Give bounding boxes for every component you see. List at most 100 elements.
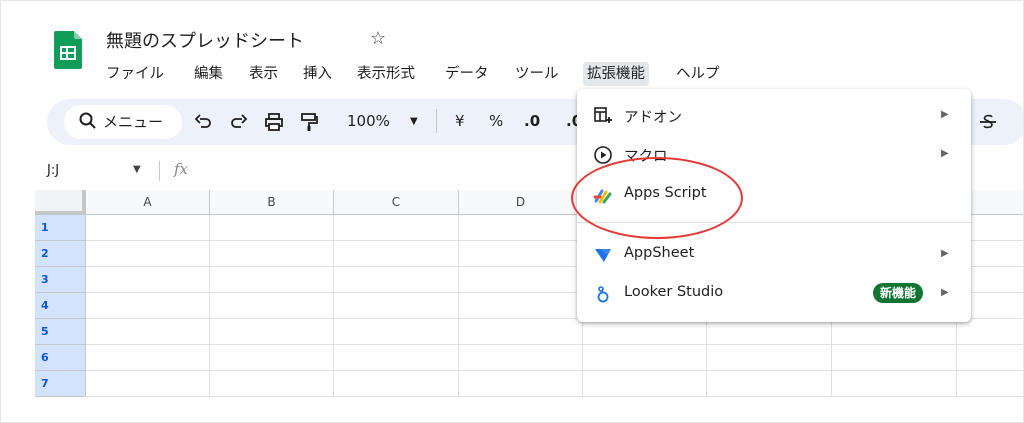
menu-item-looker-studio[interactable]: Looker Studio 新機能 ▶: [577, 276, 971, 312]
submenu-arrow-icon: ▶: [941, 287, 949, 298]
extensions-menu: アドオン ▶ マクロ ▶ Apps Script AppSheet ▶ Look…: [577, 89, 971, 322]
grid-cell[interactable]: [583, 319, 707, 345]
zoom-select[interactable]: 100%: [347, 112, 390, 130]
currency-format-button[interactable]: ¥: [455, 112, 465, 130]
appsheet-icon: [595, 249, 611, 262]
menu-insert[interactable]: 挿入: [303, 62, 332, 86]
menu-format[interactable]: 表示形式: [357, 62, 415, 86]
grid-cell[interactable]: [86, 267, 210, 293]
menu-item-macros[interactable]: マクロ ▶: [577, 137, 971, 173]
grid-cell[interactable]: [459, 319, 583, 345]
name-box-chevron-down-icon[interactable]: ▼: [133, 164, 141, 175]
paint-format-icon[interactable]: [299, 112, 319, 132]
grid-cell[interactable]: [86, 319, 210, 345]
grid-cell[interactable]: [210, 215, 334, 241]
grid-cell[interactable]: [459, 241, 583, 267]
row-header[interactable]: 2: [35, 241, 86, 267]
menu-search-label: メニュー: [103, 113, 164, 131]
menu-item-label: Apps Script: [624, 185, 707, 201]
grid-cell[interactable]: [210, 345, 334, 371]
menu-item-label: AppSheet: [624, 245, 695, 261]
menu-data[interactable]: データ: [445, 62, 489, 86]
row-header[interactable]: 5: [35, 319, 86, 345]
percent-format-button[interactable]: %: [489, 112, 503, 130]
grid-cell[interactable]: [832, 345, 957, 371]
column-header[interactable]: B: [210, 190, 334, 215]
grid-cell[interactable]: [707, 345, 832, 371]
new-feature-badge: 新機能: [873, 283, 924, 303]
row-header[interactable]: 1: [35, 215, 86, 241]
star-icon[interactable]: ☆: [370, 28, 386, 49]
grid-cell[interactable]: [459, 215, 583, 241]
grid-cell[interactable]: [334, 319, 459, 345]
row-header[interactable]: 7: [35, 371, 86, 397]
grid-cell[interactable]: [957, 371, 1024, 397]
grid-cell[interactable]: [583, 345, 707, 371]
macro-icon: [594, 146, 612, 164]
grid-cell[interactable]: [334, 241, 459, 267]
submenu-arrow-icon: ▶: [941, 109, 949, 120]
submenu-arrow-icon: ▶: [941, 248, 949, 259]
spreadsheet-app: 無題のスプレッドシート ☆ ファイル 編集 表示 挿入 表示形式 データ ツール…: [0, 0, 1024, 423]
grid-cell[interactable]: [707, 319, 832, 345]
select-all-corner[interactable]: [35, 190, 86, 215]
grid-cell[interactable]: [86, 241, 210, 267]
grid-cell[interactable]: [210, 267, 334, 293]
grid-cell[interactable]: [334, 371, 459, 397]
grid-cell[interactable]: [957, 345, 1024, 371]
menu-divider: [577, 222, 971, 223]
row-header[interactable]: 4: [35, 293, 86, 319]
menu-file[interactable]: ファイル: [106, 62, 164, 86]
column-header[interactable]: C: [334, 190, 459, 215]
grid-cell[interactable]: [334, 345, 459, 371]
menu-tools[interactable]: ツール: [515, 62, 559, 86]
menu-item-label: マクロ: [624, 149, 668, 165]
menu-edit[interactable]: 編集: [194, 62, 223, 86]
grid-cell[interactable]: [957, 319, 1024, 345]
grid-cell[interactable]: [86, 371, 210, 397]
menu-item-apps-script[interactable]: Apps Script: [577, 177, 971, 213]
grid-cell[interactable]: [459, 371, 583, 397]
grid-cell[interactable]: [832, 319, 957, 345]
name-box[interactable]: J:J: [47, 163, 59, 178]
submenu-arrow-icon: ▶: [941, 148, 949, 159]
grid-cell[interactable]: [832, 371, 957, 397]
grid-cell[interactable]: [86, 215, 210, 241]
grid-cell[interactable]: [459, 345, 583, 371]
grid-cell[interactable]: [210, 293, 334, 319]
grid-cell[interactable]: [86, 345, 210, 371]
decrease-decimal-button[interactable]: .0: [524, 112, 540, 130]
document-title[interactable]: 無題のスプレッドシート: [106, 27, 304, 53]
redo-icon[interactable]: [228, 112, 248, 132]
menu-item-appsheet[interactable]: AppSheet ▶: [577, 237, 971, 273]
apps-script-icon: [593, 189, 612, 204]
grid-cell[interactable]: [334, 293, 459, 319]
grid-cell[interactable]: [210, 241, 334, 267]
undo-icon[interactable]: [194, 112, 214, 132]
print-icon[interactable]: [264, 112, 284, 132]
menu-help[interactable]: ヘルプ: [676, 62, 720, 86]
menu-view[interactable]: 表示: [249, 62, 278, 86]
menu-extensions[interactable]: 拡張機能: [583, 62, 649, 86]
menu-item-label: アドオン: [624, 110, 682, 126]
grid-cell[interactable]: [86, 293, 210, 319]
grid-cell[interactable]: [459, 293, 583, 319]
sheets-logo-icon[interactable]: [54, 31, 82, 69]
column-header[interactable]: D: [459, 190, 583, 215]
grid-cell[interactable]: [334, 267, 459, 293]
grid-cell[interactable]: [459, 267, 583, 293]
toolbar-divider: [436, 109, 437, 133]
grid-cell[interactable]: [334, 215, 459, 241]
strikethrough-icon[interactable]: [978, 112, 998, 132]
grid-cell[interactable]: [210, 371, 334, 397]
menu-item-addons[interactable]: アドオン ▶: [577, 98, 971, 134]
row-header[interactable]: 6: [35, 345, 86, 371]
grid-cell[interactable]: [707, 371, 832, 397]
addon-icon: [594, 107, 612, 123]
zoom-chevron-down-icon[interactable]: ▼: [410, 116, 418, 127]
grid-cell[interactable]: [210, 319, 334, 345]
looker-studio-icon: [597, 286, 609, 303]
grid-cell[interactable]: [583, 371, 707, 397]
column-header[interactable]: A: [86, 190, 210, 215]
row-header[interactable]: 3: [35, 267, 86, 293]
